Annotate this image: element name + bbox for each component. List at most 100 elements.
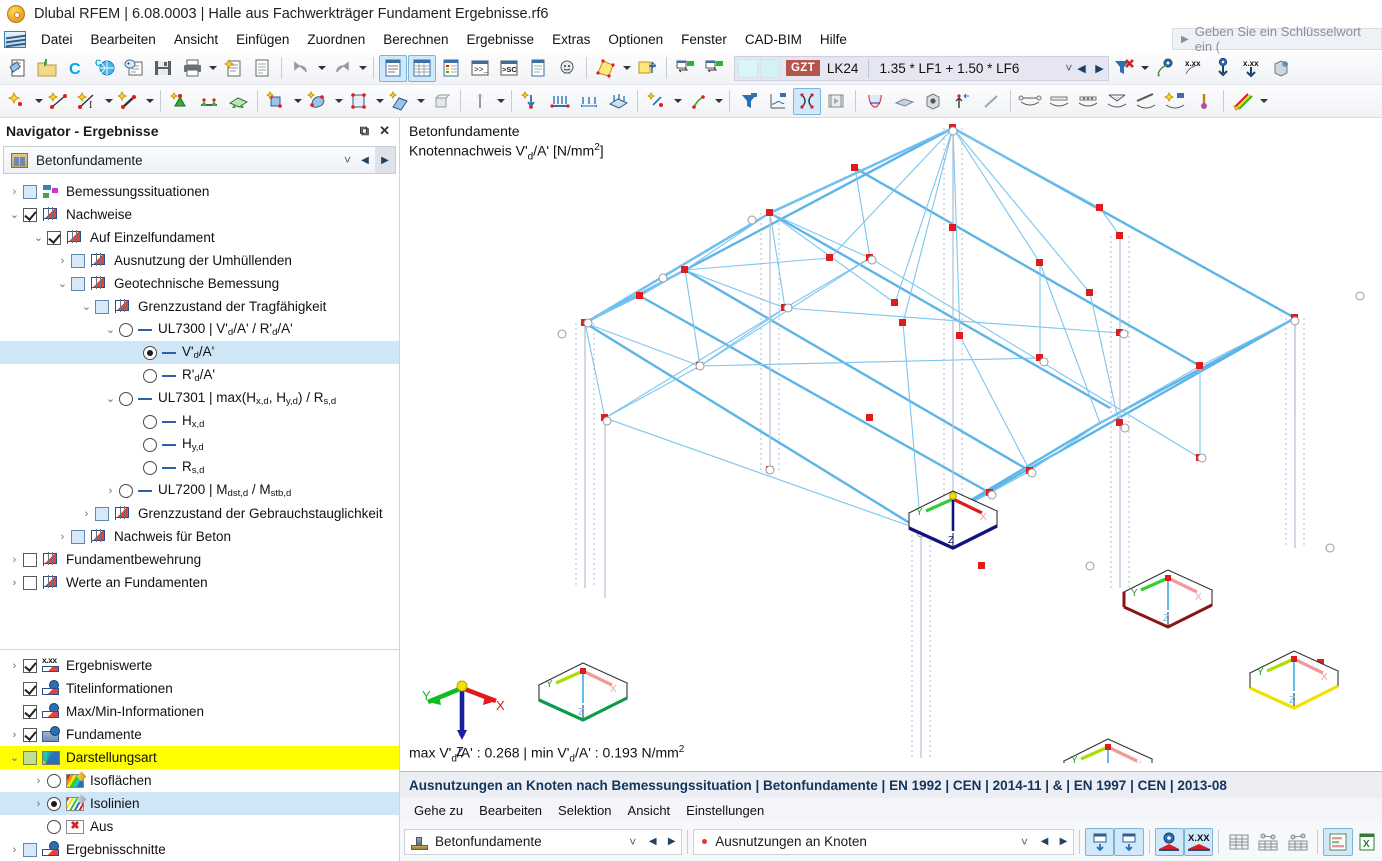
tree-item-disp-7[interactable]: Aus (0, 815, 399, 838)
tree-item-disp-4[interactable]: ⌄ Darstellungsart (0, 746, 399, 769)
menu-zuordnen[interactable]: Zuordnen (298, 29, 374, 50)
thickness-dropdown-caret[interactable] (495, 88, 506, 115)
rp-menu-gehe-zu[interactable]: Gehe zu (406, 801, 471, 820)
tree-radio[interactable] (119, 483, 133, 498)
tree-checkbox[interactable] (23, 750, 37, 765)
rp-menu-bearbeiten[interactable]: Bearbeiten (471, 801, 550, 820)
tree-item-main-13[interactable]: › UL7200 | Mdst,d / Mstb,d (0, 479, 399, 502)
tree-item-main-6[interactable]: ⌄ UL7300 | V'd/A' / R'd/A' (0, 318, 399, 341)
prev-combination-icon[interactable]: ◀ (1072, 57, 1090, 80)
result-section-icon[interactable] (1045, 88, 1073, 115)
new-solid-icon[interactable] (304, 88, 332, 115)
tree-item-disp-0[interactable]: › Ergebniswerte (0, 654, 399, 677)
new-node-icon[interactable] (4, 88, 32, 115)
console-icon[interactable]: >>_ (466, 55, 494, 82)
connect-icon[interactable]: C (62, 55, 90, 82)
tree-checkbox[interactable] (47, 230, 61, 245)
next-icon[interactable]: ▶ (1054, 830, 1073, 854)
save-icon[interactable] (149, 55, 177, 82)
line-dimension-icon[interactable]: I (74, 88, 102, 115)
line-result-icon[interactable] (977, 88, 1005, 115)
tree-item-disp-2[interactable]: Max/Min-Informationen (0, 700, 399, 723)
chevron-down-icon[interactable]: ⌄ (54, 277, 71, 290)
tree-item-main-7[interactable]: V'd/A' (0, 341, 399, 364)
new-line-icon[interactable] (45, 88, 73, 115)
tree-radio[interactable] (143, 414, 157, 429)
model-canvas[interactable]: Betonfundamente Knotennachweis V'd/A' [N… (400, 118, 1382, 771)
rp-menu-ansicht[interactable]: Ansicht (620, 801, 679, 820)
tree-checkbox[interactable] (71, 253, 85, 268)
print-icon[interactable] (178, 55, 206, 82)
show-values-icon[interactable]: X.XX (1183, 827, 1214, 856)
bar-chart-icon[interactable] (1323, 827, 1353, 856)
menu-cad-bim[interactable]: CAD-BIM (736, 29, 811, 50)
tree-item-disp-8[interactable]: › Ergebnisschnitte (0, 838, 399, 861)
chevron-right-icon[interactable]: › (6, 660, 23, 672)
document-icon[interactable] (248, 55, 276, 82)
result-envelope-icon[interactable] (1103, 88, 1131, 115)
menu-bearbeiten[interactable]: Bearbeiten (82, 29, 165, 50)
prev-icon[interactable]: ◀ (1035, 830, 1054, 854)
model-info-icon[interactable] (120, 55, 148, 82)
surface-dropdown-caret[interactable] (292, 88, 303, 115)
internal-forces-icon[interactable] (861, 88, 889, 115)
down-arrow-icon[interactable] (1209, 55, 1237, 82)
load-case-view-icon[interactable] (672, 55, 700, 82)
chevron-right-icon[interactable]: › (6, 186, 23, 198)
chevron-right-icon[interactable]: › (6, 729, 23, 741)
imperfection-icon[interactable] (684, 88, 712, 115)
new-report-icon[interactable] (219, 55, 247, 82)
undo-icon[interactable] (287, 55, 315, 82)
member-set-dropdown-caret[interactable] (415, 88, 426, 115)
tree-item-main-5[interactable]: ⌄ Grenzzustand der Tragfähigkeit (0, 295, 399, 318)
tree-checkbox[interactable] (71, 529, 85, 544)
prev-icon[interactable]: ◀ (355, 147, 375, 173)
redo-dropdown-caret[interactable] (357, 55, 368, 82)
chevron-right-icon[interactable]: › (30, 798, 47, 810)
nodal-load-icon[interactable] (517, 88, 545, 115)
tree-item-main-14[interactable]: › Grenzzustand der Gebrauchstauglichkeit (0, 502, 399, 525)
table-row-icon[interactable] (1254, 828, 1283, 856)
tree-item-disp-3[interactable]: › Fundamente (0, 723, 399, 746)
load-combo-view-icon[interactable] (701, 55, 729, 82)
next-icon[interactable]: ▶ (662, 830, 681, 854)
new-member-icon[interactable] (115, 88, 143, 115)
close-icon[interactable]: ✕ (379, 123, 390, 139)
tree-radio[interactable] (143, 460, 157, 475)
chevron-down-icon[interactable]: ˅ (622, 835, 643, 849)
result-type-combo[interactable]: Ausnutzungen an Knoten ˅ ◀ ▶ (693, 828, 1074, 855)
new-model-icon[interactable] (4, 55, 32, 82)
tree-checkbox[interactable] (23, 704, 37, 719)
line-dropdown-caret[interactable] (103, 88, 114, 115)
chevron-right-icon[interactable]: › (6, 554, 23, 566)
load-combination-selector[interactable]: GZT LK24 1.35 * LF1 + 1.50 * LF6 ˅ ◀ ▶ (734, 55, 1110, 81)
new-surface-icon[interactable] (263, 88, 291, 115)
tree-item-disp-6[interactable]: › Isolinien (0, 792, 399, 815)
navigator-tree[interactable]: › Bemessungssituationen ⌄ Nachweise ⌄ Auf Ein… (0, 174, 399, 643)
cloud-model-icon[interactable]: C (91, 55, 119, 82)
undo-dropdown-caret[interactable] (316, 55, 327, 82)
chevron-down-icon[interactable]: ˅ (1065, 61, 1072, 75)
line-support-icon[interactable] (195, 88, 223, 115)
color-scale-icon[interactable] (1229, 88, 1257, 115)
result-scale-icon[interactable] (1190, 88, 1218, 115)
select-in-table-icon[interactable] (1085, 827, 1115, 856)
menu-fenster[interactable]: Fenster (672, 29, 736, 50)
tree-item-disp-5[interactable]: › Isoflächen (0, 769, 399, 792)
surface-support-icon[interactable] (224, 88, 252, 115)
chevron-down-icon[interactable]: ⌄ (102, 323, 119, 336)
tree-item-main-16[interactable]: › Fundamentbewehrung (0, 548, 399, 571)
list-panel-icon[interactable] (524, 55, 552, 82)
rp-menu-einstellungen[interactable]: Einstellungen (678, 801, 772, 820)
tree-checkbox[interactable] (23, 727, 37, 742)
animation-icon[interactable] (822, 88, 850, 115)
filter-dropdown-caret[interactable] (1139, 55, 1150, 82)
table-panel-icon[interactable] (408, 54, 436, 82)
surface-results-icon[interactable] (890, 88, 918, 115)
values-down-icon[interactable]: x.xx (1238, 55, 1266, 82)
tree-radio[interactable] (143, 437, 157, 452)
delete-object-icon[interactable] (427, 88, 455, 115)
tree-item-main-4[interactable]: ⌄ Geotechnische Bemessung (0, 272, 399, 295)
result-value-icon[interactable] (1074, 88, 1102, 115)
opening-dropdown-caret[interactable] (374, 88, 385, 115)
